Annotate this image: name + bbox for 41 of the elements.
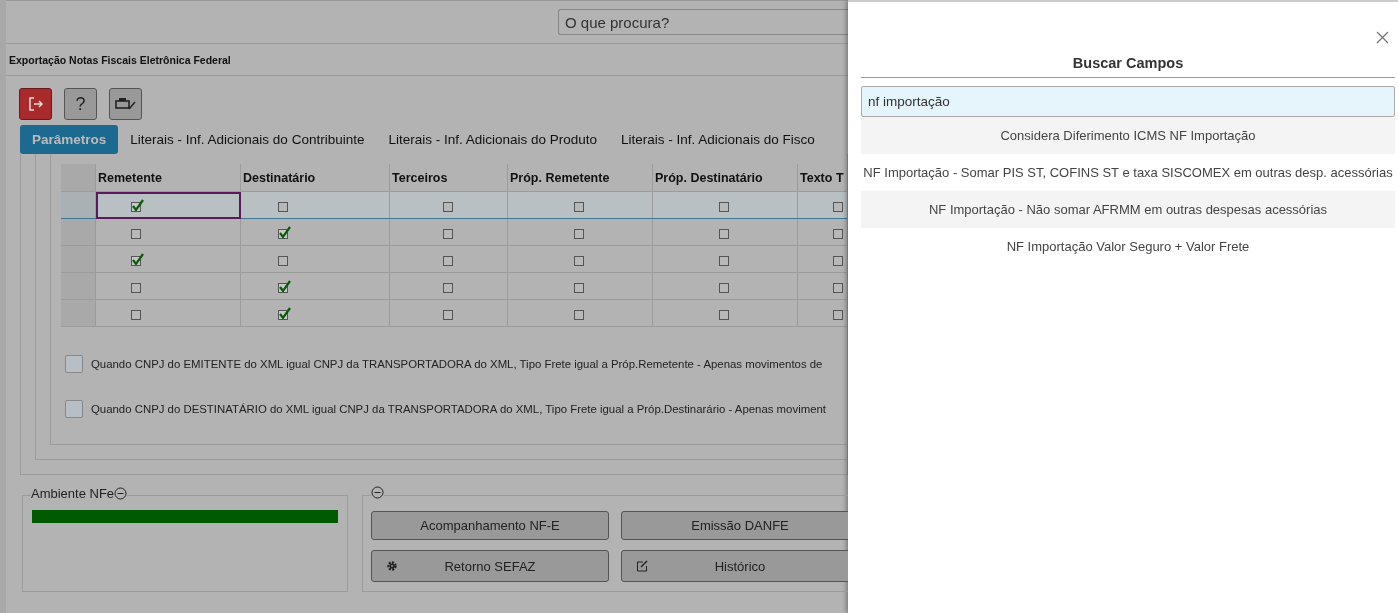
checkbox[interactable] [277, 306, 291, 321]
search-result[interactable]: NF Importação - Somar PIS ST, COFINS ST e taxa SISCOMEX em outras desp. acessórias [861, 154, 1395, 191]
checkbox[interactable] [277, 225, 291, 240]
collapse-icon[interactable] [114, 487, 128, 500]
tab[interactable]: Literais - Inf. Adicionais do Contribuinte [118, 125, 377, 154]
edit-icon [636, 560, 648, 572]
option-label: Quando CNPJ do DESTINATÁRIO do XML igual CNPJ da TRANSPORTADORA do XML, Tipo Frete igual a Próp.Destinarário - Apenas moviment [91, 402, 826, 415]
printer-icon [114, 97, 137, 111]
collapse-icon[interactable] [371, 486, 384, 499]
panel-title: Buscar Campos [861, 44, 1395, 78]
search-field[interactable]: O que procura? [558, 9, 848, 35]
column-header: Destinatário [240, 164, 390, 192]
checkbox[interactable] [277, 279, 291, 294]
search-field[interactable]: nf importação [861, 86, 1395, 117]
search-result[interactable]: Considera Diferimento ICMS NF Importação [861, 117, 1395, 154]
checkbox[interactable] [130, 198, 144, 213]
search-result[interactable]: NF Importação - Não somar AFRMM em outras despesas acessórias [861, 191, 1395, 228]
tab[interactable]: Literais - Inf. Adicionais do Produto [376, 125, 610, 154]
help-button[interactable]: ? [64, 88, 97, 120]
exit-icon [27, 96, 44, 112]
column-header: Próp. Destinatário [652, 164, 798, 192]
page-title: Exportação Notas Fiscais Eletrônica Federal [9, 53, 231, 66]
checkbox[interactable] [130, 252, 144, 267]
column-header: Remetente [95, 164, 241, 192]
column-header: Terceiros [389, 164, 508, 192]
exit-button[interactable] [19, 88, 52, 120]
action-button[interactable]: Retorno SEFAZ [371, 550, 609, 582]
gear-icon [386, 560, 398, 572]
checkbox[interactable] [65, 399, 83, 418]
close-icon[interactable] [1376, 31, 1389, 44]
panel-legend: Ambiente NFe [31, 486, 115, 501]
search-result[interactable]: NF Importação Valor Seguro + Valor Frete [861, 228, 1395, 265]
tab[interactable]: Literais - Inf. Adicionais do Fisco [609, 125, 827, 154]
option-label: Quando CNPJ do EMITENTE do XML igual CNPJ da TRANSPORTADORA do XML, Tipo Frete igual a Próp.Remetente - Apenas movimentos de [91, 357, 823, 370]
action-button[interactable]: Emissão DANFE [621, 511, 848, 540]
action-button[interactable]: Histórico [621, 550, 848, 582]
action-button[interactable]: Acompanhamento NF-E [371, 511, 609, 540]
table-row[interactable] [61, 191, 847, 219]
column-header: Próp. Remetente [507, 164, 653, 192]
checkbox[interactable] [65, 354, 83, 373]
print-button[interactable] [109, 88, 142, 120]
